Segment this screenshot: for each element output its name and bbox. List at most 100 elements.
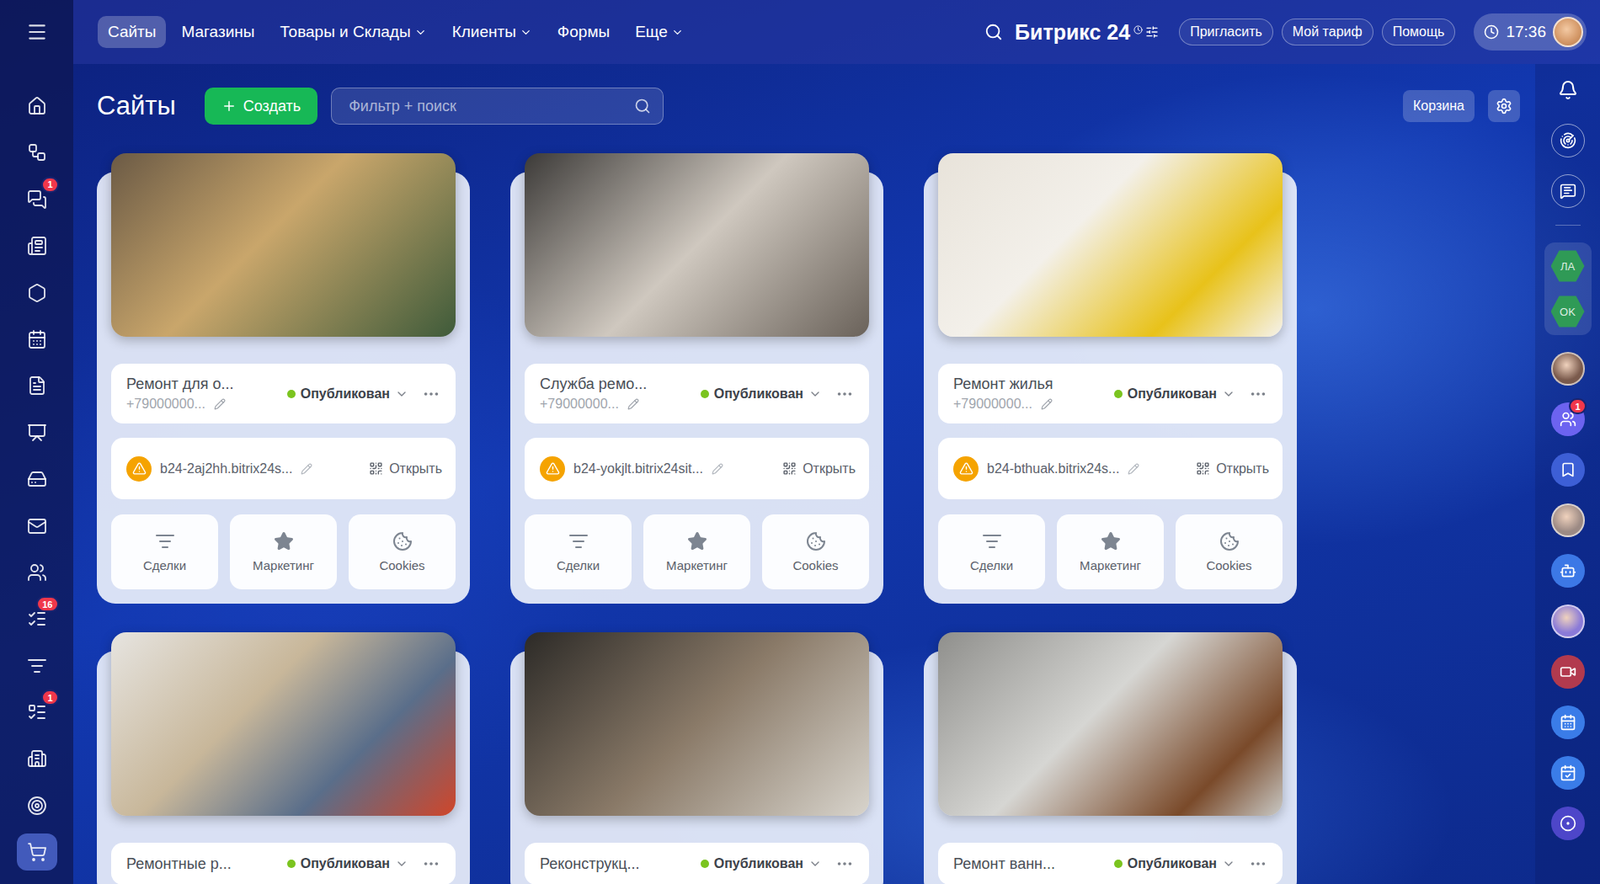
sidebar-item[interactable] — [16, 647, 58, 685]
settings-button[interactable] — [1488, 90, 1520, 123]
right-sidebar-button[interactable] — [1551, 655, 1585, 689]
status-dropdown[interactable]: Опубликован — [700, 856, 822, 872]
right-sidebar-button[interactable] — [1551, 453, 1585, 487]
nav-item[interactable]: Формы — [547, 16, 620, 48]
calendar-icon — [1559, 714, 1577, 731]
status-dropdown[interactable]: Опубликован — [1114, 856, 1236, 872]
site-preview[interactable] — [524, 632, 870, 816]
sidebar-item[interactable] — [16, 740, 58, 778]
status-dropdown[interactable]: Опубликован — [700, 386, 822, 402]
top-button[interactable]: Мой тариф — [1281, 18, 1374, 46]
action-tile[interactable]: Маркетинг — [229, 514, 337, 590]
sidebar-item[interactable] — [16, 833, 58, 871]
action-tile[interactable]: Сделки — [938, 514, 1046, 590]
right-sidebar-button[interactable] — [1551, 806, 1585, 841]
sidebar-item[interactable]: 16 — [16, 600, 58, 638]
group-badge[interactable]: ЛА — [1551, 249, 1585, 283]
open-link[interactable]: Открыть — [1195, 461, 1270, 477]
site-preview[interactable] — [111, 632, 456, 816]
time-pill[interactable]: 17:36 — [1473, 13, 1587, 51]
sidebar-item[interactable] — [16, 87, 58, 125]
nav-item[interactable]: Клиенты — [442, 16, 543, 48]
domain-text[interactable]: b24-bthuak.bitrix24s... — [986, 461, 1120, 477]
status-dropdown[interactable]: Опубликован — [1114, 386, 1236, 402]
top-button[interactable]: Пригласить — [1178, 18, 1274, 46]
site-preview[interactable] — [938, 153, 1283, 337]
sidebar-item[interactable] — [16, 554, 58, 592]
action-tile[interactable]: Сделки — [524, 514, 632, 590]
sidebar-item[interactable] — [16, 133, 58, 171]
user-avatar[interactable] — [1551, 604, 1585, 639]
more-button[interactable] — [418, 384, 444, 404]
user-avatar[interactable] — [1551, 352, 1585, 386]
right-sidebar-button[interactable]: 1 — [1551, 402, 1585, 437]
right-sidebar-button[interactable] — [1551, 174, 1585, 208]
right-sidebar-button[interactable] — [1551, 73, 1585, 107]
domain-edit[interactable] — [1127, 463, 1140, 475]
nav-item[interactable]: Магазины — [170, 16, 265, 48]
chevron-down-icon — [394, 857, 409, 871]
site-preview[interactable] — [111, 153, 456, 337]
open-link[interactable]: Открыть — [368, 461, 443, 477]
domain-edit[interactable] — [711, 463, 724, 475]
open-link[interactable]: Открыть — [782, 461, 856, 477]
site-title[interactable]: Ремонт ванн... — [953, 855, 1104, 874]
pencil-icon[interactable] — [627, 398, 640, 411]
site-title[interactable]: Ремонт для о... — [126, 375, 278, 394]
nav-item[interactable]: Еще — [624, 16, 694, 48]
menu-button[interactable] — [18, 16, 56, 48]
sidebar-item[interactable] — [16, 414, 58, 452]
more-button[interactable] — [832, 854, 858, 874]
sidebar-item[interactable] — [16, 227, 58, 265]
site-preview[interactable] — [938, 632, 1283, 816]
right-sidebar-button[interactable] — [1551, 554, 1585, 588]
trash-button[interactable]: Корзина — [1402, 90, 1475, 123]
more-button[interactable] — [418, 854, 444, 874]
action-tile[interactable]: Cookies — [1175, 514, 1283, 590]
site-title[interactable]: Ремонт жилья — [953, 375, 1104, 394]
right-sidebar-button[interactable] — [1551, 123, 1585, 158]
domain-text[interactable]: b24-2aj2hh.bitrix24s... — [160, 461, 293, 477]
search-icon — [634, 97, 651, 115]
group-badge[interactable]: OK — [1551, 294, 1585, 329]
right-sidebar-button[interactable] — [1551, 705, 1585, 740]
action-tile[interactable]: Cookies — [348, 514, 456, 590]
status-dropdown[interactable]: Опубликован — [287, 386, 409, 402]
site-title[interactable]: Реконструкц... — [539, 855, 691, 874]
site-title[interactable]: Ремонтные р... — [126, 855, 278, 874]
action-tile[interactable]: Маркетинг — [1056, 514, 1164, 590]
status-dropdown[interactable]: Опубликован — [287, 856, 409, 872]
domain-text[interactable]: b24-yokjlt.bitrix24sit... — [573, 461, 704, 477]
user-avatar[interactable] — [1551, 503, 1585, 538]
sidebar-item[interactable] — [16, 507, 58, 545]
pencil-icon[interactable] — [1040, 398, 1053, 411]
site-preview[interactable] — [524, 153, 870, 337]
action-tile[interactable]: Сделки — [111, 514, 219, 590]
create-button[interactable]: Создать — [204, 87, 318, 125]
action-tile[interactable]: Cookies — [762, 514, 870, 590]
sidebar-item[interactable] — [16, 460, 58, 498]
sidebar-item[interactable] — [16, 320, 58, 358]
pencil-icon[interactable] — [213, 398, 226, 411]
top-button[interactable]: Помощь — [1381, 18, 1456, 46]
user-avatar[interactable] — [1552, 16, 1584, 48]
sidebar-item[interactable]: 1 — [16, 181, 58, 219]
filter-input[interactable] — [346, 96, 628, 117]
more-button[interactable] — [832, 384, 858, 404]
filter-search[interactable] — [330, 87, 664, 125]
logo[interactable]: Битрикс 24 — [1014, 20, 1159, 45]
nav-item[interactable]: Сайты — [97, 16, 166, 48]
site-title[interactable]: Служба ремо... — [539, 375, 691, 394]
sidebar-item[interactable] — [16, 274, 58, 312]
search-button[interactable] — [981, 19, 1007, 45]
site-title-col: Реконструкц... — [539, 855, 691, 874]
domain-edit[interactable] — [300, 463, 313, 475]
nav-item[interactable]: Товары и Склады — [269, 16, 437, 48]
action-tile[interactable]: Маркетинг — [643, 514, 751, 590]
more-button[interactable] — [1245, 854, 1271, 874]
sidebar-item[interactable]: 1 — [16, 693, 58, 731]
sidebar-item[interactable] — [16, 367, 58, 405]
sidebar-item[interactable] — [16, 787, 58, 825]
right-sidebar-button[interactable] — [1551, 756, 1585, 790]
more-button[interactable] — [1245, 384, 1271, 404]
